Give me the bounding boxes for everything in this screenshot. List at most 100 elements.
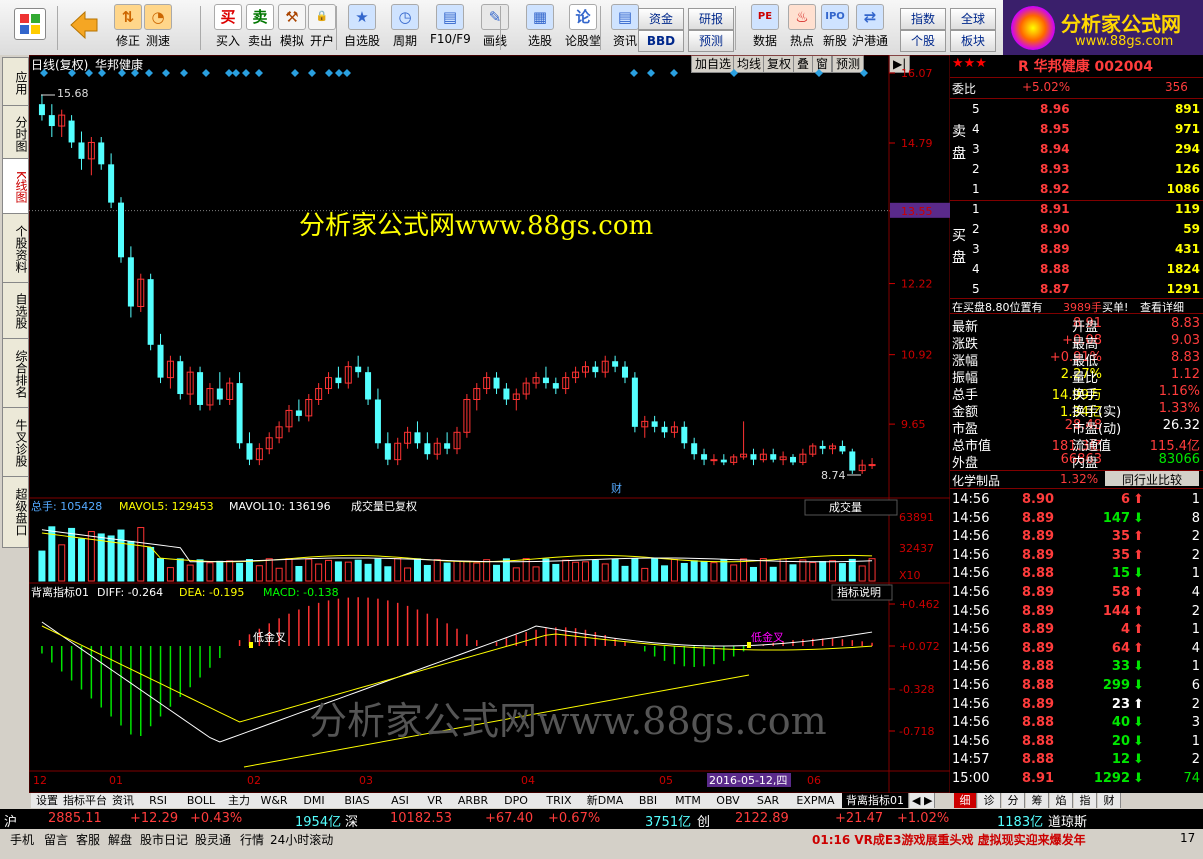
sidebar-tab-7[interactable]: 超级盘口 [2, 476, 29, 548]
right-tab-4[interactable]: 焰 [1050, 793, 1073, 808]
clock-icon: ◷ [391, 4, 419, 30]
tick-time: 14:56 [952, 566, 990, 582]
macd-axis-label: -0.328 [899, 683, 934, 696]
volume-bar [552, 563, 560, 582]
status-link-5[interactable]: 股灵通 [195, 831, 231, 848]
indicator-tab-17[interactable]: OBV [707, 793, 750, 808]
indicator-tab-3[interactable]: RSI [137, 793, 180, 808]
indicator-tab-9[interactable]: ASI [379, 793, 422, 808]
right-tab-0[interactable]: 细 [954, 793, 977, 808]
volume-bar [789, 564, 797, 582]
news-ticker[interactable]: 01:16 VR成E3游戏展重头戏 虚拟现实迎来爆发年 [812, 831, 1086, 848]
toolbar-button-16[interactable]: ⇄ 沪港通 [850, 2, 890, 52]
toolbar-button-9[interactable]: ✎ 画线 [475, 2, 515, 52]
tick-volume: 64 [1111, 640, 1130, 656]
candle-body [790, 456, 796, 463]
indicator-tab-12[interactable]: DPO [495, 793, 538, 808]
sidebar-tab-5[interactable]: 综合排名 [2, 338, 29, 410]
indicator-tab-2[interactable]: 资讯 [107, 793, 140, 808]
toolbar-button-7[interactable]: ◷ 周期 [385, 2, 425, 52]
home-button[interactable] [10, 2, 50, 52]
bbd-button[interactable]: BBD [638, 30, 684, 52]
stock-button[interactable]: 个股 [900, 30, 946, 52]
sidebar-tab-0[interactable]: 应用 [2, 57, 29, 108]
stock-title: R 华邦健康 002004 [1018, 59, 1153, 75]
indicator-tab-0[interactable]: 设置 [31, 793, 64, 808]
toolbar-button-6[interactable]: ★ 自选股 [342, 2, 382, 52]
indicator-tab-1[interactable]: 指标平台 [61, 793, 110, 808]
status-link-4[interactable]: 股市日记 [140, 831, 188, 848]
sidebar-tab-1[interactable]: 分时图 [2, 105, 29, 163]
right-tab-1[interactable]: 诊 [978, 793, 1001, 808]
status-link-1[interactable]: 留言 [44, 831, 68, 848]
info-status-bar: 手机 留言 客服 解盘 股市日记 股灵通 行情 24小时滚动 01:16 VR成E3游戏展重头戏… [0, 829, 1203, 849]
sector-button[interactable]: 板块 [950, 30, 996, 52]
right-tab-6[interactable]: 财 [1098, 793, 1121, 808]
industry-pct: 1.32% [1060, 472, 1099, 486]
indicator-tab-20[interactable]: 背离指标01 [842, 793, 909, 808]
indicator-tab-10[interactable]: VR [419, 793, 452, 808]
candle-body [691, 443, 698, 455]
toolbar-button-8[interactable]: ▤ F10/F9 [430, 2, 471, 52]
buy-label: 买盘 [952, 228, 966, 266]
indicator-tab-7[interactable]: DMI [293, 793, 336, 808]
sidebar-tab-6[interactable]: 牛叉诊股 [2, 407, 29, 479]
toolbar-button-label: 测速 [145, 34, 170, 48]
back-button[interactable] [64, 2, 104, 52]
indicator-tab-15[interactable]: BBI [627, 793, 670, 808]
status-link-7[interactable]: 24小时滚动 [270, 831, 333, 848]
indicator-tab-19[interactable]: EXPMA [787, 793, 845, 808]
indicator-tab-5[interactable]: 主力 [223, 793, 256, 808]
global-button[interactable]: 全球 [950, 8, 996, 30]
sidebar-tab-3[interactable]: 个股资料 [2, 213, 29, 285]
status-link-0[interactable]: 手机 [10, 831, 34, 848]
industry-compare-button[interactable]: 同行业比较 [1105, 471, 1199, 487]
buy-level-4: 4 [972, 262, 980, 276]
right-tab-5[interactable]: 指 [1074, 793, 1097, 808]
tick-volume: 33 [1111, 659, 1130, 675]
volume-bar [77, 538, 85, 582]
indicator-tab-16[interactable]: MTM [667, 793, 710, 808]
macd-axis-label: +0.462 [899, 598, 940, 611]
divider [950, 98, 1203, 99]
zijin-button[interactable]: 资金 [638, 8, 684, 30]
cy-label: 创 [697, 815, 711, 830]
status-link-2[interactable]: 客服 [76, 831, 100, 848]
candle-body [118, 202, 124, 258]
kline-chart-area[interactable]: 日线(复权) 华邦健康 加自选 均线 复权叠窗预测 ▶| 16.07 14.79 13.5… [29, 55, 950, 793]
indicator-tab-6[interactable]: W&R [253, 793, 296, 808]
indicator-tab-4[interactable]: BOLL [177, 793, 226, 808]
tab-nav-arrows[interactable]: ◀ ▶ [910, 793, 936, 808]
candle-body [365, 372, 372, 400]
toolbar-button-label: 自选股 [343, 34, 380, 48]
toolbar-button-10[interactable]: ▦ 选股 [520, 2, 560, 52]
sidebar-tab-2[interactable]: K线图 [2, 158, 29, 216]
index-button[interactable]: 指数 [900, 8, 946, 30]
status-link-3[interactable]: 解盘 [108, 831, 132, 848]
down-arrow-icon: ⬇ [1133, 752, 1144, 768]
vol-axis-label: X10 [899, 569, 921, 582]
status-link-6[interactable]: 行情 [240, 831, 264, 848]
indicator-tab-11[interactable]: ARBR [449, 793, 498, 808]
watermark-bottom: 分析家公式网www.88gs.com [309, 699, 827, 743]
brand-logo: 分析家公式网 www.88gs.com [1003, 0, 1203, 55]
candle-body [681, 426, 688, 444]
stat-label: 外盘 [952, 456, 979, 471]
candle-body [622, 366, 628, 378]
sidebar-tab-4[interactable]: 自选股 [2, 282, 29, 340]
buy-volume: 119 [1174, 202, 1200, 216]
right-tab-3[interactable]: 筹 [1026, 793, 1049, 808]
right-tab-2[interactable]: 分 [1002, 793, 1025, 808]
toolbar-button-11[interactable]: 论论股堂 [563, 2, 603, 52]
yanbao-button[interactable]: 研报 [688, 8, 734, 30]
indicator-tab-13[interactable]: TRIX [535, 793, 584, 808]
indicator-tab-18[interactable]: SAR [747, 793, 790, 808]
toolbar-button-13[interactable]: PE 数据 [745, 2, 785, 52]
volume-bar [137, 527, 145, 582]
indicator-tab-14[interactable]: 新DMA [581, 793, 630, 808]
yuce-button[interactable]: 预测 [688, 30, 734, 52]
toolbar-button-15[interactable]: IPO 新股 [815, 2, 855, 52]
toolbar-button-1[interactable]: ◔ 测速 [138, 2, 178, 52]
quote-panel: ★★★ R 华邦健康 002004 委比 +5.02% 356 卖盘 买盘 5 8.96 891 4… [950, 55, 1203, 793]
indicator-tab-8[interactable]: BIAS [333, 793, 382, 808]
